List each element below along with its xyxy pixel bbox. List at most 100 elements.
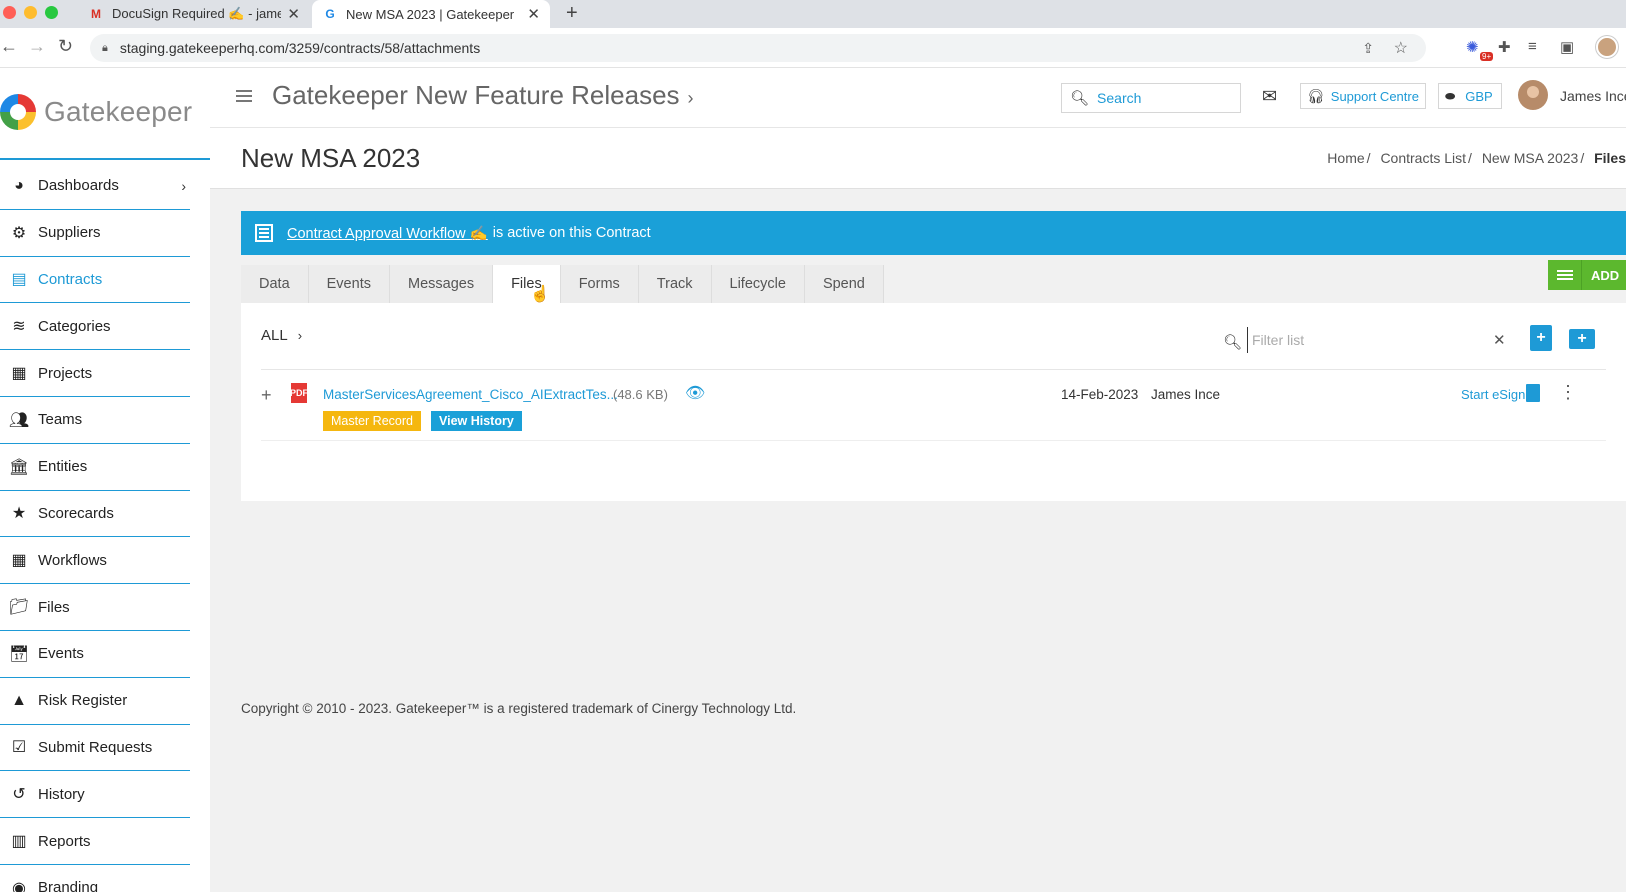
folder-label: ALL <box>261 327 288 344</box>
mail-icon[interactable]: ✉ <box>1262 86 1277 107</box>
breadcrumb-contracts-list[interactable]: Contracts List <box>1380 150 1466 166</box>
sidebar-menu: ◕ Dashboards › ⚙︎ Suppliers ▤ Contracts … <box>0 163 190 892</box>
tab-track[interactable]: Track <box>638 265 712 303</box>
sidebar-item-risk-register[interactable]: ▲ Risk Register <box>0 678 190 725</box>
file-name-link[interactable]: MasterServicesAgreement_Cisco_AIExtractT… <box>323 387 618 402</box>
currency-label: GBP <box>1465 88 1493 104</box>
sidebar-item-label: Projects <box>38 364 93 382</box>
browser-tab-title: DocuSign Required ✍️ - james <box>112 6 282 21</box>
folder-breadcrumb[interactable]: ALL › <box>261 327 302 344</box>
clear-filter-icon[interactable]: ✕ <box>1493 331 1506 349</box>
sidebar-item-projects[interactable]: ▦ Projects <box>0 350 190 397</box>
new-file-icon[interactable]: + <box>1530 325 1552 351</box>
close-tab-icon[interactable]: ✕ <box>287 5 300 23</box>
divider <box>0 158 210 160</box>
esign-document-icon[interactable] <box>1526 384 1540 402</box>
currency-selector[interactable]: ⬬ GBP <box>1438 83 1502 109</box>
sidebar-item-categories[interactable]: ≋ Categories <box>0 303 190 351</box>
sidebar-item-teams[interactable]: 👥︎ Teams <box>0 397 190 444</box>
browser-tab-gatekeeper[interactable]: G New MSA 2023 | Gatekeeper ✕ <box>312 0 550 28</box>
reload-icon[interactable]: ↻ <box>58 36 73 57</box>
tab-data[interactable]: Data <box>241 265 309 303</box>
search-icon: 🔍︎ <box>1223 334 1243 351</box>
dashboard-icon: ◕ <box>14 176 24 194</box>
url-field[interactable]: 🔒︎ staging.gatekeeperhq.com/3259/contrac… <box>90 34 1426 62</box>
sidebar-item-entities[interactable]: 🏛︎ Entities <box>0 444 190 491</box>
window-close-button[interactable] <box>3 6 16 19</box>
eye-icon[interactable]: 👁︎ <box>685 383 705 403</box>
workspace-title[interactable]: Gatekeeper New Feature Releases › <box>272 80 694 111</box>
user-avatar[interactable] <box>1518 80 1548 110</box>
sidebar-item-label: Workflows <box>38 551 107 569</box>
new-tab-icon[interactable]: + <box>566 2 578 25</box>
more-options-icon[interactable]: ⋮ <box>1559 383 1577 401</box>
puzzle-icon[interactable]: ✚ <box>1498 38 1511 56</box>
gmail-icon: M <box>91 7 101 21</box>
sidebar-item-label: Branding <box>38 879 99 892</box>
contract-icon: ▤ <box>11 271 27 289</box>
add-button[interactable]: ADD <box>1548 260 1626 290</box>
window-minimize-button[interactable] <box>24 6 37 19</box>
extension-icon[interactable]: ✺ <box>1466 38 1479 56</box>
tab-spend[interactable]: Spend <box>804 265 884 303</box>
media-icon[interactable]: ≡ <box>1528 38 1537 55</box>
tab-forms[interactable]: Forms <box>560 265 639 303</box>
close-tab-icon[interactable]: ✕ <box>527 5 540 23</box>
pdf-file-icon: PDF <box>290 383 308 403</box>
back-icon[interactable]: ← <box>0 36 18 57</box>
window-zoom-button[interactable] <box>45 6 58 19</box>
share-icon[interactable]: ⇪ <box>1362 40 1374 57</box>
sidebar-item-workflows[interactable]: ▦ Workflows <box>0 537 190 585</box>
sidebar-item-dashboards[interactable]: ◕ Dashboards › <box>0 163 190 210</box>
hamburger-menu-icon[interactable] <box>236 90 252 102</box>
chevron-right-icon: › <box>687 88 694 108</box>
contract-tabs: Data Events Messages Files Forms Track L… <box>241 265 884 303</box>
support-centre-button[interactable]: 🎧︎ Support Centre <box>1300 83 1426 109</box>
workflow-link[interactable]: Contract Approval Workflow ✍️ <box>287 225 488 242</box>
coins-icon: ⬬ <box>1445 88 1456 103</box>
breadcrumb-home[interactable]: Home <box>1327 150 1364 166</box>
browser-tab-gmail[interactable]: M DocuSign Required ✍️ - james ✕ <box>78 0 310 28</box>
sidebar-item-label: Risk Register <box>38 692 128 710</box>
gatekeeper-icon: G <box>325 7 335 21</box>
extension-badge: 9+ <box>1480 52 1494 61</box>
logo[interactable]: Gatekeeper <box>0 94 192 130</box>
browser-tab-title: New MSA 2023 | Gatekeeper <box>346 6 515 22</box>
sidebar-item-reports[interactable]: ▥ Reports <box>0 818 190 865</box>
tab-messages[interactable]: Messages <box>389 265 494 303</box>
sidebar-item-label: Teams <box>38 411 83 429</box>
sidebar-item-label: Entities <box>38 458 88 476</box>
hand-cursor-icon: ☝ <box>530 286 550 303</box>
view-history-button[interactable]: View History <box>431 411 522 431</box>
search-icon: 🔍︎ <box>1070 90 1090 107</box>
sidebar-item-contracts[interactable]: ▤ Contracts <box>0 257 190 304</box>
sidebar-item-branding[interactable]: ◉ Branding <box>0 865 190 892</box>
sidebar-item-suppliers[interactable]: ⚙︎ Suppliers <box>0 210 190 257</box>
sidebar-item-label: Files <box>38 598 70 616</box>
tab-events[interactable]: Events <box>308 265 390 303</box>
sidebar-item-files[interactable]: 📁︎ Files <box>0 584 190 631</box>
sidepanel-icon[interactable]: ▣ <box>1560 38 1574 56</box>
expand-icon[interactable]: + <box>261 385 272 406</box>
sidebar-item-events[interactable]: 📅︎ Events <box>0 631 190 678</box>
search-input[interactable]: 🔍︎ Search <box>1061 83 1241 113</box>
clipboard-check-icon: ☑ <box>11 739 27 757</box>
support-label: Support Centre <box>1330 88 1419 104</box>
filter-list-input[interactable] <box>1247 327 1487 353</box>
breadcrumb-contract[interactable]: New MSA 2023 <box>1482 150 1579 166</box>
user-name[interactable]: James Ince <box>1560 88 1626 104</box>
branding-icon: ◉ <box>12 879 26 892</box>
sidebar-item-history[interactable]: ↺ History <box>0 771 190 819</box>
divider <box>261 369 1606 370</box>
sidebar-item-scorecards[interactable]: ★ Scorecards <box>0 491 190 538</box>
chevron-right-icon: › <box>181 177 186 194</box>
tab-lifecycle[interactable]: Lifecycle <box>711 265 805 303</box>
sidebar-item-submit-requests[interactable]: ☑ Submit Requests <box>0 725 190 772</box>
tab-files[interactable]: Files <box>493 265 561 303</box>
bookmark-star-icon[interactable]: ☆ <box>1394 38 1408 58</box>
start-esign-link[interactable]: Start eSign <box>1461 387 1525 402</box>
profile-avatar[interactable] <box>1596 36 1618 58</box>
forward-icon[interactable]: → <box>28 36 46 57</box>
history-icon: ↺ <box>12 786 26 804</box>
new-folder-icon[interactable]: + <box>1569 329 1595 349</box>
